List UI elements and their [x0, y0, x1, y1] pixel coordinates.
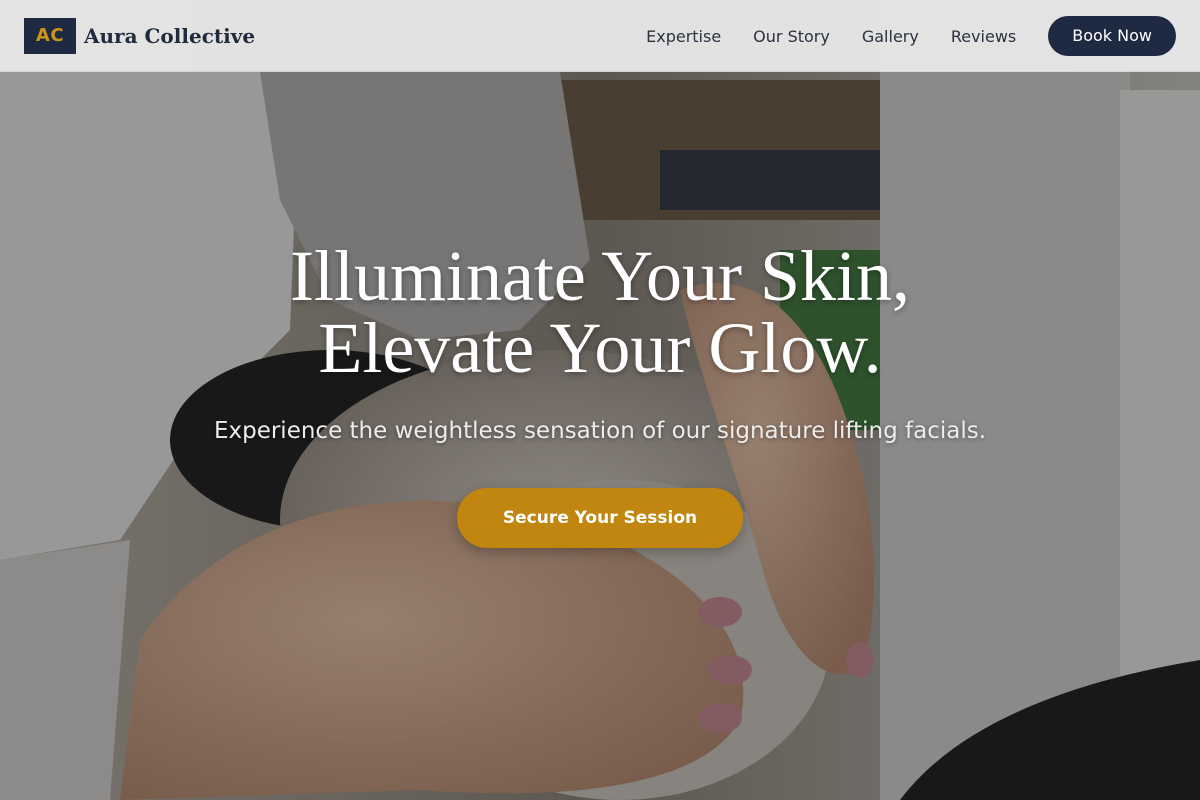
hero-title: Illuminate Your Skin, Elevate Your Glow. [0, 240, 1200, 384]
main-nav: Expertise Our Story Gallery Reviews Book… [646, 0, 1176, 72]
landing-page: AC Aura Collective Expertise Our Story G… [0, 0, 1200, 800]
hero-title-line-1: Illuminate Your Skin, [289, 236, 911, 316]
hero-subtitle: Experience the weightless sensation of o… [213, 418, 987, 444]
hero-section: Illuminate Your Skin, Elevate Your Glow.… [0, 240, 1200, 548]
nav-link-our-story[interactable]: Our Story [753, 27, 830, 46]
nav-link-gallery[interactable]: Gallery [862, 27, 919, 46]
logo-mark[interactable]: AC [24, 18, 76, 54]
nav-link-expertise[interactable]: Expertise [646, 27, 721, 46]
book-now-button[interactable]: Book Now [1048, 16, 1176, 56]
hero-title-line-2: Elevate Your Glow. [318, 308, 882, 388]
site-header: AC Aura Collective Expertise Our Story G… [0, 0, 1200, 72]
nav-link-reviews[interactable]: Reviews [951, 27, 1016, 46]
brand-name[interactable]: Aura Collective [84, 22, 255, 50]
secure-session-button[interactable]: Secure Your Session [457, 488, 743, 548]
